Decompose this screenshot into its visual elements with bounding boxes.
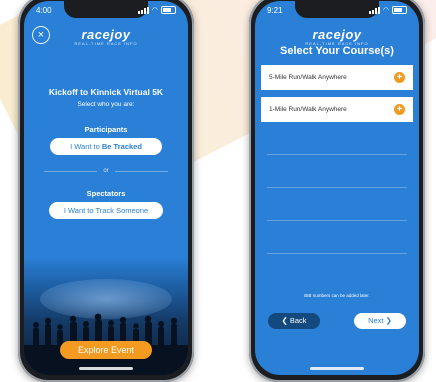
- status-time: 4:00: [36, 5, 52, 15]
- add-course-plus-icon[interactable]: +: [394, 72, 405, 83]
- be-tracked-prefix: I Want to: [70, 142, 102, 151]
- empty-row-divider: [267, 154, 407, 155]
- be-tracked-bold: Be Tracked: [101, 142, 142, 151]
- bib-note: BIB numbers can be added later.: [304, 293, 370, 298]
- empty-row-divider: [267, 187, 407, 188]
- track-someone-button[interactable]: I Want to Track Someone: [49, 202, 163, 219]
- back-button[interactable]: ❮ Back: [268, 313, 320, 329]
- signal-icon: [137, 6, 149, 14]
- course-item[interactable]: 5-Mile Run/Walk Anywhere +: [261, 65, 413, 90]
- wifi-icon: ◠: [151, 7, 158, 14]
- or-label: or: [103, 168, 109, 174]
- phone-frame-right: 9:21 ◠ racejoy REAL-TIME RACE INFO Selec…: [249, 0, 425, 382]
- participants-heading: Participants: [84, 125, 128, 134]
- logo-text: racejoy: [81, 27, 131, 42]
- next-button[interactable]: Next ❯: [354, 313, 406, 329]
- logo-text: racejoy: [312, 27, 362, 42]
- course-select-screen: 9:21 ◠ racejoy REAL-TIME RACE INFO Selec…: [255, 1, 419, 375]
- select-prompt: Select who you are:: [77, 101, 135, 108]
- status-bar: 4:00 ◠: [36, 4, 176, 16]
- divider-line: [44, 170, 98, 172]
- racejoy-logo: racejoy REAL-TIME RACE INFO: [24, 27, 188, 46]
- course-label: 1-Mile Run/Walk Anywhere: [269, 106, 347, 113]
- status-icons: ◠: [368, 6, 407, 14]
- role-select-screen: 4:00 ◠ × racejoy REAL-TIME RACE INFO Kic…: [24, 1, 188, 375]
- runners-silhouette: [24, 313, 188, 375]
- status-time: 9:21: [267, 5, 283, 15]
- be-tracked-button[interactable]: I Want to Be Tracked: [50, 138, 162, 155]
- empty-row-divider: [267, 220, 407, 221]
- logo-tagline: REAL-TIME RACE INFO: [74, 41, 138, 46]
- or-divider: or: [44, 167, 168, 175]
- battery-icon: [161, 6, 176, 14]
- divider-line: [114, 170, 168, 172]
- empty-row-divider: [267, 253, 407, 254]
- wifi-icon: ◠: [382, 7, 389, 14]
- event-title: Kickoff to Kinnick Virtual 5K: [48, 87, 164, 97]
- racejoy-logo: racejoy REAL-TIME RACE INFO: [255, 27, 419, 46]
- phone-frame-left: 4:00 ◠ × racejoy REAL-TIME RACE INFO Kic…: [18, 0, 194, 382]
- status-bar: 9:21 ◠: [267, 4, 407, 16]
- add-course-plus-icon[interactable]: +: [394, 104, 405, 115]
- signal-icon: [368, 6, 380, 14]
- status-icons: ◠: [137, 6, 176, 14]
- spectators-heading: Spectators: [86, 189, 126, 198]
- select-course-heading: Select Your Course(s): [280, 45, 394, 57]
- explore-event-button[interactable]: Explore Event: [60, 341, 152, 359]
- course-label: 5-Mile Run/Walk Anywhere: [269, 74, 347, 81]
- battery-icon: [392, 6, 407, 14]
- course-item[interactable]: 1-Mile Run/Walk Anywhere +: [261, 97, 413, 122]
